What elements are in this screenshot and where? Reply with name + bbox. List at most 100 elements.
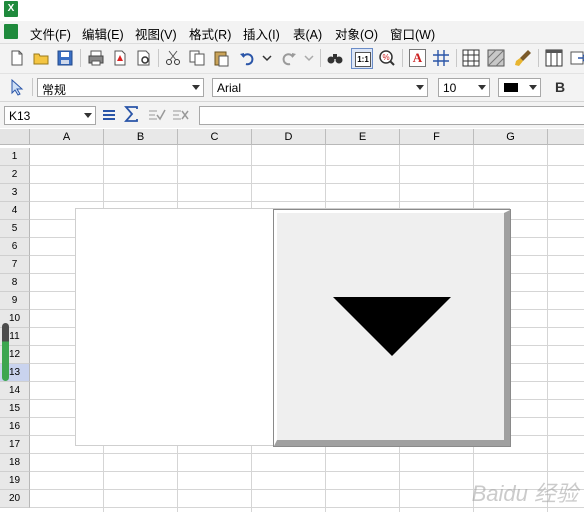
chevron-down-icon: [192, 85, 200, 90]
column-header-c[interactable]: C: [178, 129, 252, 145]
cell-reference: K13: [9, 109, 31, 123]
gridline: [30, 201, 584, 202]
row-header-4[interactable]: 4: [0, 202, 30, 220]
gridline: [30, 453, 584, 454]
row-header-7[interactable]: 7: [0, 256, 30, 274]
menu-table[interactable]: 表(A): [293, 24, 322, 43]
row-header-5[interactable]: 5: [0, 220, 30, 238]
row-header-14[interactable]: 14: [0, 382, 30, 400]
name-box[interactable]: K13: [4, 106, 96, 125]
menu-bar: 文件(F) 编辑(E) 视图(V) 格式(R) 插入(I) 表(A) 对象(O)…: [0, 21, 584, 44]
column-header-d[interactable]: D: [252, 129, 326, 145]
row-header-19[interactable]: 19: [0, 472, 30, 490]
print-icon[interactable]: [87, 49, 105, 67]
row-header-16[interactable]: 16: [0, 418, 30, 436]
menu-format[interactable]: 格式(R): [189, 24, 231, 43]
bold-button[interactable]: B: [555, 79, 565, 95]
cut-icon[interactable]: [164, 49, 182, 67]
print-preview-icon[interactable]: [135, 49, 153, 67]
export-icon[interactable]: [570, 49, 584, 67]
chevron-down-icon: [416, 85, 424, 90]
row-header-18[interactable]: 18: [0, 454, 30, 472]
find-binoculars-icon[interactable]: [326, 49, 344, 67]
menu-view[interactable]: 视图(V): [135, 24, 177, 43]
redo-icon[interactable]: [280, 49, 298, 67]
title-bar: X: [0, 0, 584, 20]
row-header-20[interactable]: 20: [0, 490, 30, 508]
menu-file[interactable]: 文件(F): [30, 24, 71, 43]
row-header-6[interactable]: 6: [0, 238, 30, 256]
percent-zoom-icon[interactable]: %: [378, 49, 396, 67]
gridline: [547, 145, 548, 512]
sum-sigma-icon[interactable]: [124, 106, 140, 123]
column-header-h[interactable]: [548, 129, 584, 145]
column-header-f[interactable]: F: [400, 129, 474, 145]
cancel-cross-icon[interactable]: [172, 107, 190, 122]
menu-insert[interactable]: 插入(I): [243, 24, 280, 43]
font-combo[interactable]: Arial: [212, 78, 428, 97]
chevron-down-icon: [84, 113, 92, 118]
row-header-8[interactable]: 8: [0, 274, 30, 292]
select-all-corner[interactable]: [0, 129, 30, 145]
undo-icon[interactable]: [238, 49, 256, 67]
grid-hash-icon[interactable]: [432, 49, 450, 67]
watermark: Baidu 经验: [471, 481, 578, 506]
gridline: [30, 183, 584, 184]
row-header-9[interactable]: 9: [0, 292, 30, 310]
gridline: [30, 165, 584, 166]
style-combo[interactable]: 常规: [37, 78, 204, 97]
menu-object[interactable]: 对象(O): [335, 24, 378, 43]
zoom-one-to-one-button[interactable]: 1:1: [351, 48, 373, 69]
save-icon[interactable]: [56, 49, 74, 67]
row-header-15[interactable]: 15: [0, 400, 30, 418]
formula-bar: K13: [0, 102, 584, 128]
style-value: 常规: [42, 83, 67, 97]
svg-text:%: %: [383, 53, 390, 62]
select-arrow-icon[interactable]: [10, 79, 26, 96]
pdf-export-icon[interactable]: [111, 49, 129, 67]
columns-icon[interactable]: [545, 49, 563, 67]
menu-window[interactable]: 窗口(W): [390, 24, 435, 43]
redo-dropdown-icon[interactable]: [304, 49, 314, 67]
font-size-value: 10: [443, 81, 457, 95]
open-folder-icon[interactable]: [32, 49, 50, 67]
column-header-g[interactable]: G: [474, 129, 548, 145]
toolbar-separator: [80, 49, 81, 67]
toolbar-separator: [456, 49, 457, 67]
hatch-fill-icon[interactable]: [487, 49, 505, 67]
row-header-3[interactable]: 3: [0, 184, 30, 202]
triangle-down-icon: [333, 297, 451, 356]
column-header-a[interactable]: A: [30, 129, 104, 145]
vertical-scroll-handle[interactable]: [2, 323, 9, 381]
column-header-b[interactable]: B: [104, 129, 178, 145]
function-list-icon[interactable]: [101, 108, 117, 122]
font-size-combo[interactable]: 10: [438, 78, 490, 97]
menu-edit[interactable]: 编辑(E): [82, 24, 124, 43]
formatting-toolbar: 常规 Arial 10 B: [0, 74, 584, 102]
gridline: [30, 471, 584, 472]
font-value: Arial: [217, 81, 242, 95]
font-color-swatch: [504, 83, 518, 92]
toolbar-separator: [538, 49, 539, 67]
spreadsheet-app-icon: X: [4, 1, 18, 17]
chevron-down-icon: [529, 85, 537, 90]
font-color-combo[interactable]: [498, 78, 541, 97]
row-header-17[interactable]: 17: [0, 436, 30, 454]
undo-dropdown-icon[interactable]: [262, 49, 272, 67]
row-header-2[interactable]: 2: [0, 166, 30, 184]
row-header-1[interactable]: 1: [0, 148, 30, 166]
new-document-icon[interactable]: [8, 49, 26, 67]
paste-icon[interactable]: [212, 49, 230, 67]
copy-icon[interactable]: [188, 49, 206, 67]
toolbar-separator: [158, 49, 159, 67]
text-a-icon[interactable]: A: [409, 49, 426, 67]
table-grid-icon[interactable]: [462, 49, 480, 67]
brush-icon[interactable]: [514, 49, 532, 67]
document-icon: [4, 24, 18, 39]
column-header-e[interactable]: E: [326, 129, 400, 145]
standard-toolbar: 1:1 % A: [0, 44, 584, 74]
toolbar-separator: [320, 49, 321, 67]
formula-input[interactable]: [199, 106, 584, 125]
toolbar-separator: [32, 78, 33, 96]
accept-check-icon[interactable]: [148, 107, 166, 122]
